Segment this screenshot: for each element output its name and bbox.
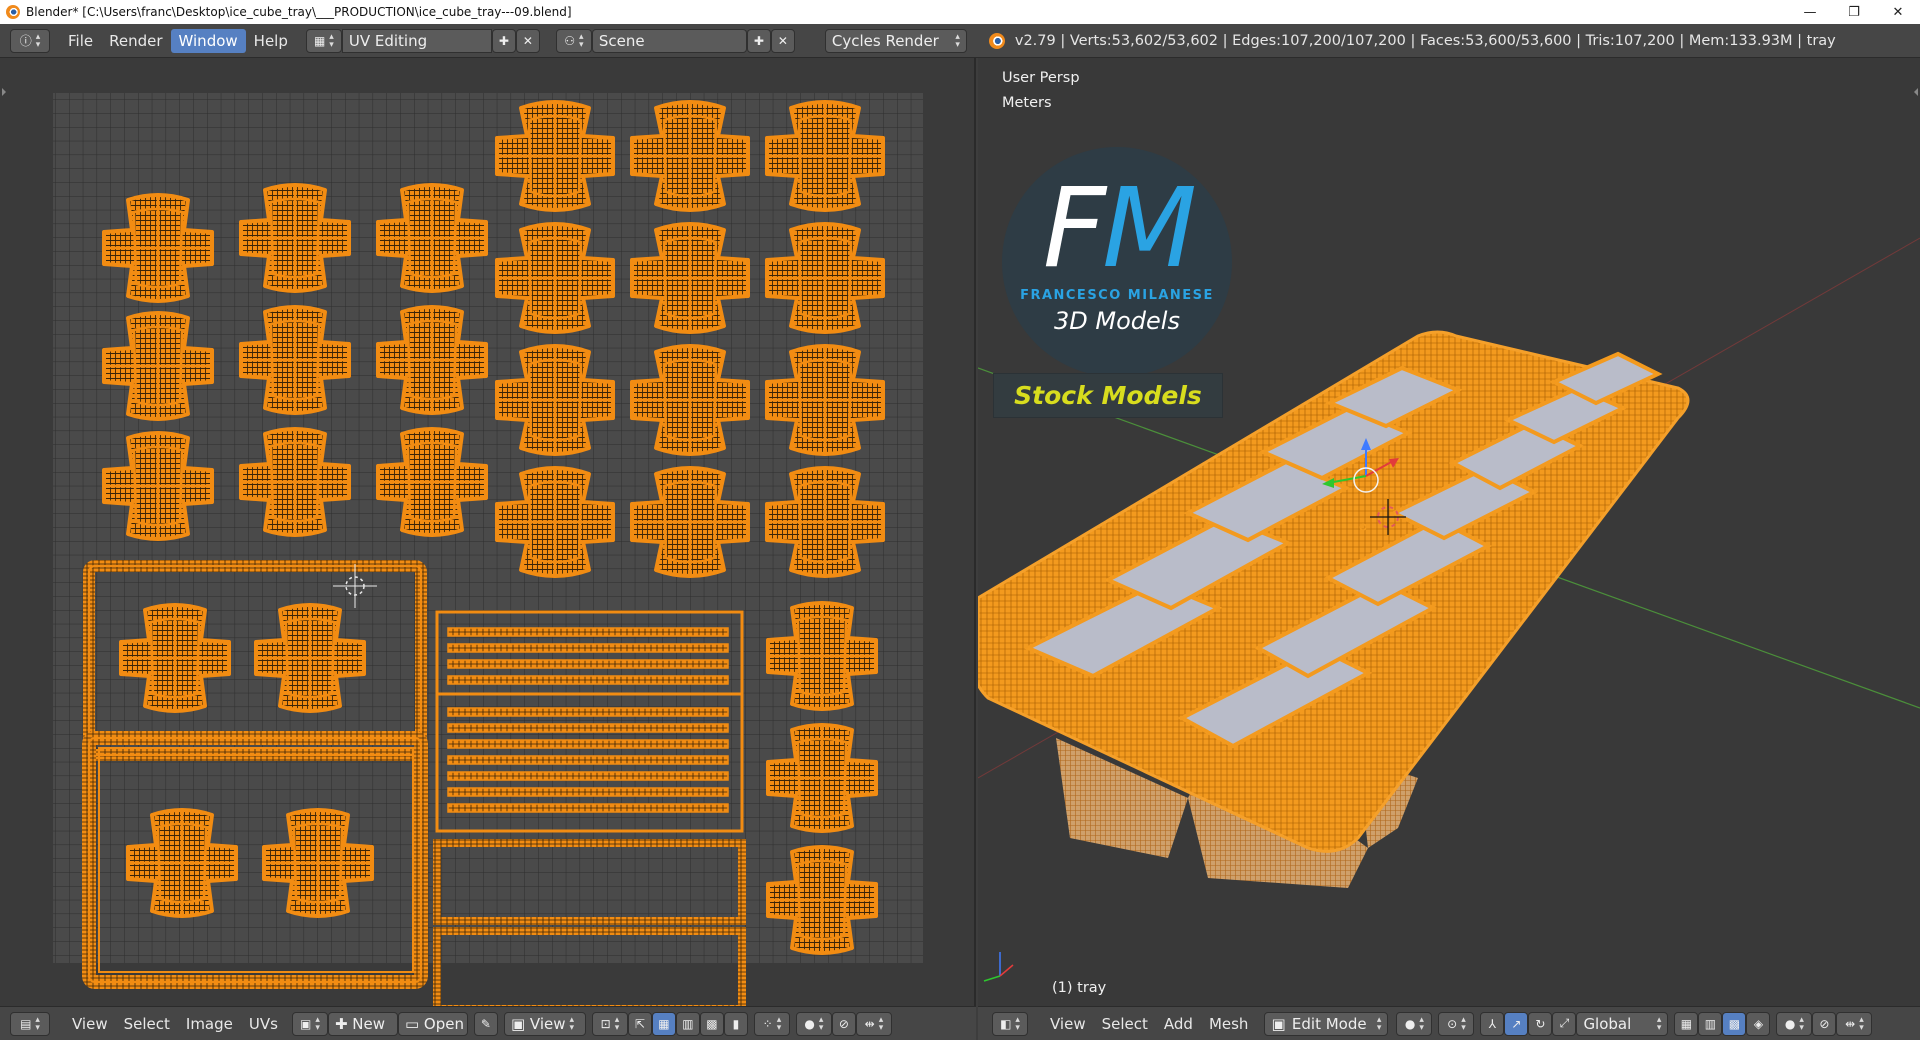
dropdown-arrows-icon: ▴ ▾	[955, 31, 960, 50]
v3d-menu-add[interactable]: Add	[1156, 1012, 1201, 1036]
scene-statistics: v2.79 | Verts:53,602/53,602 | Edges:107,…	[1014, 32, 1836, 49]
snap-icon[interactable]: ⊘	[1812, 1011, 1837, 1036]
face-select-icon[interactable]: ▩	[699, 1011, 724, 1036]
render-engine-dropdown[interactable]: Cycles Render ▴ ▾	[824, 28, 967, 53]
mode-dropdown[interactable]: ▣ Edit Mode ▴ ▾	[1264, 1011, 1389, 1036]
manipulator-icon[interactable]: ⅄	[1480, 1011, 1505, 1036]
view-mode-label: View	[529, 1014, 566, 1033]
window-titlebar: Blender* [C:\Users\franc\Desktop\ice_cub…	[0, 0, 1920, 24]
pivot-icon[interactable]: ⊡ ▴ ▾	[591, 1011, 628, 1036]
render-engine-label: Cycles Render	[831, 31, 939, 50]
occlude-geometry-icon[interactable]: ◈	[1746, 1011, 1771, 1036]
active-object-label: (1) tray	[1052, 980, 1107, 996]
viewport-shading-icon[interactable]: ● ▴ ▾	[1396, 1011, 1433, 1036]
sticky-mode-icon[interactable]: ⁘ ▴ ▾	[753, 1011, 790, 1036]
dropdown-arrows-icon: ▴ ▾	[1376, 1014, 1382, 1033]
view-mode-dropdown[interactable]: ▣ View ▴ ▾	[503, 1011, 586, 1036]
uv-menu-view[interactable]: View	[64, 1012, 116, 1036]
uv-island-group-left	[102, 183, 488, 541]
island-select-icon[interactable]: ▮	[723, 1011, 748, 1036]
mode-label: Edit Mode	[1291, 1014, 1367, 1033]
add-scene-icon[interactable]: ✚	[746, 28, 771, 53]
add-layout-icon[interactable]: ✚	[491, 28, 516, 53]
scene-icon[interactable]: ⚇ ▴ ▾	[555, 28, 592, 53]
image-browse-icon[interactable]: ▣ ▴ ▾	[291, 1011, 328, 1036]
v3d-menu-view[interactable]: View	[1042, 1012, 1094, 1036]
menu-file[interactable]: File	[60, 29, 101, 53]
orientation-dropdown[interactable]: Global ▴ ▾	[1576, 1011, 1669, 1036]
face-select-icon[interactable]: ▩	[1722, 1011, 1747, 1036]
proportional-edit-icon[interactable]: ● ▴ ▾	[795, 1011, 832, 1036]
scene-name: Scene	[598, 31, 645, 50]
rotate-icon[interactable]: ↻	[1528, 1011, 1553, 1036]
logo-initials: FM	[1018, 168, 1218, 288]
uv-image-editor[interactable]	[0, 58, 976, 1006]
v3d-menu-select[interactable]: Select	[1094, 1012, 1156, 1036]
image-icon: ▣	[510, 1014, 530, 1033]
minimize-button[interactable]: —	[1788, 0, 1832, 24]
uv-editor-header: ▤ ▴ ▾ View Select Image UVs ▣ ▴ ▾ ✚ New ▭ Op…	[0, 1006, 976, 1040]
region-toggle-icon[interactable]	[2, 88, 10, 96]
window-controls: — ❐ ✕	[1788, 0, 1920, 24]
new-label: New	[352, 1014, 385, 1033]
uv-island-group-column	[766, 601, 878, 955]
stock-models-label: Stock Models	[1014, 381, 1202, 410]
dropdown-arrows-icon: ▴ ▾	[1656, 1014, 1662, 1033]
logo-subtitle: 3D Models	[1054, 307, 1180, 335]
snap-element-icon[interactable]: ⇹ ▴ ▾	[855, 1011, 892, 1036]
plus-icon: ✚	[334, 1014, 353, 1033]
view-perspective-label: User Persp	[1002, 70, 1080, 86]
pivot-point-icon[interactable]: ⊙ ▴ ▾	[1438, 1011, 1475, 1036]
uv-menu-uvs[interactable]: UVs	[241, 1012, 286, 1036]
uv-menu-select[interactable]: Select	[116, 1012, 178, 1036]
info-editor-type-button[interactable]: ⓘ ▴ ▾	[10, 28, 50, 53]
scale-icon[interactable]: ⤢	[1552, 1011, 1577, 1036]
remove-layout-icon[interactable]: ✕	[515, 28, 540, 53]
orientation-label: Global	[1583, 1014, 1632, 1033]
close-button[interactable]: ✕	[1876, 0, 1920, 24]
layout-name-field[interactable]: UV Editing	[341, 28, 492, 53]
vertex-select-icon[interactable]: ▦	[1674, 1011, 1699, 1036]
dropdown-arrows-icon: ▴ ▾	[569, 1014, 575, 1033]
menu-help[interactable]: Help	[246, 29, 296, 53]
3d-viewport[interactable]: User Persp Meters (1) tray FM FRANCESCO …	[978, 58, 1920, 1006]
open-image-button[interactable]: ▭ Open	[397, 1011, 468, 1036]
logo-initial-f: F	[1042, 164, 1106, 292]
3d-view-header: ◧ ▴ ▾ View Select Add Mesh ▣ Edit Mode ▴ ▾ ● ▴…	[978, 1006, 1920, 1040]
edit-mode-icon: ▣	[1271, 1014, 1286, 1033]
v3d-menu-mesh[interactable]: Mesh	[1201, 1012, 1257, 1036]
menu-render[interactable]: Render	[101, 29, 170, 53]
screen-layout-icon[interactable]: ▦ ▴ ▾	[305, 28, 342, 53]
editor-type-icon[interactable]: ▤ ▴ ▾	[10, 1011, 50, 1036]
layout-name: UV Editing	[348, 31, 428, 50]
uv-canvas[interactable]	[0, 58, 976, 1006]
translate-icon[interactable]: ↗	[1504, 1011, 1529, 1036]
snap-icon[interactable]: ⊘	[831, 1011, 856, 1036]
logo-author-name: FRANCESCO MILANESE	[1020, 288, 1214, 303]
blender-logo-icon	[6, 5, 20, 19]
maximize-button[interactable]: ❐	[1832, 0, 1876, 24]
blender-logo-icon	[988, 32, 1005, 49]
snap-element-icon[interactable]: ⇹ ▴ ▾	[1836, 1011, 1873, 1036]
info-header: ⓘ ▴ ▾ File Render Window Help ▦ ▴ ▾ UV Editi…	[0, 24, 1920, 58]
uv-menu-image[interactable]: Image	[178, 1012, 241, 1036]
scene-name-field[interactable]: Scene	[591, 28, 747, 53]
axis-orientation-icon	[983, 952, 1014, 982]
vertex-select-icon[interactable]: ▦	[651, 1011, 676, 1036]
folder-icon: ▭	[404, 1014, 424, 1033]
sync-selection-icon[interactable]: ⇱	[627, 1011, 652, 1036]
stock-models-badge: Stock Models	[993, 373, 1223, 418]
new-image-button[interactable]: ✚ New	[327, 1011, 398, 1036]
proportional-edit-icon[interactable]: ● ▴ ▾	[1776, 1011, 1813, 1036]
remove-scene-icon[interactable]: ✕	[770, 28, 795, 53]
edge-select-icon[interactable]: ▥	[675, 1011, 700, 1036]
editor-type-icon[interactable]: ◧ ▴ ▾	[992, 1011, 1028, 1036]
units-label: Meters	[1002, 95, 1052, 111]
menu-window[interactable]: Window	[170, 28, 246, 53]
logo-initial-m: M	[1102, 164, 1197, 292]
edge-select-icon[interactable]: ▥	[1698, 1011, 1723, 1036]
pin-icon[interactable]: ✎	[473, 1011, 498, 1036]
window-title: Blender* [C:\Users\franc\Desktop\ice_cub…	[26, 5, 572, 19]
open-label: Open	[423, 1014, 464, 1033]
